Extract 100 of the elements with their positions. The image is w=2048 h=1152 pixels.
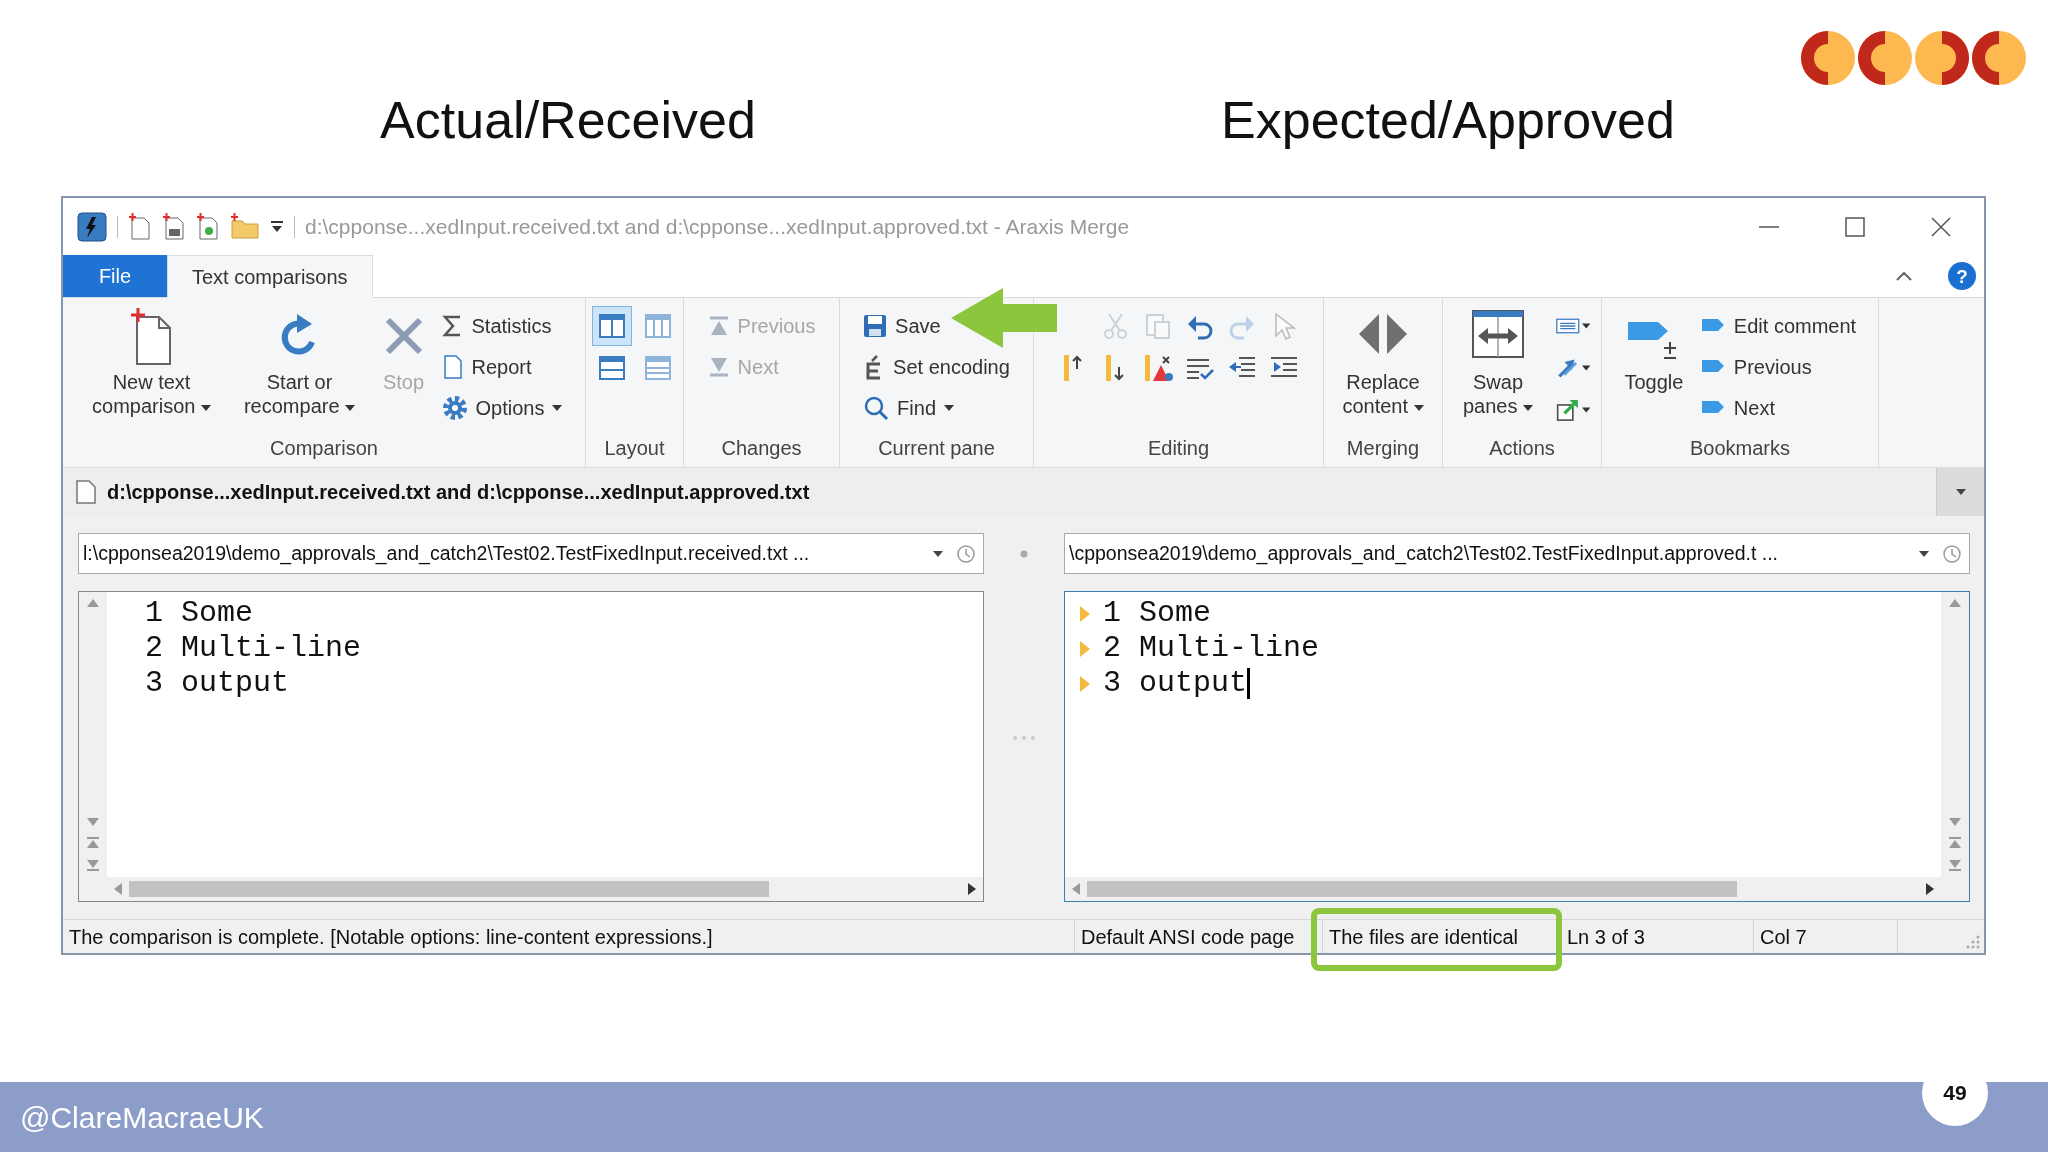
caret-icon — [1581, 407, 1590, 413]
scroll-left-icon — [1071, 882, 1081, 896]
ribbon-button[interactable]: Next — [1695, 388, 1779, 428]
maximize-icon — [1844, 215, 1866, 238]
group-label: Editing — [1147, 437, 1210, 459]
ribbon-button[interactable]: Find — [859, 388, 958, 428]
ribbon-button[interactable]: Statistics — [437, 306, 556, 346]
caret-icon — [944, 405, 954, 411]
status-text: Col 7 — [1760, 924, 1807, 950]
document-tab-title: d:\cpponse...xedInput.received.txt and d:\cpponse...xedInput.approved.txt — [107, 480, 810, 505]
scroll-right-icon — [1925, 882, 1935, 896]
caret-icon — [345, 404, 356, 411]
ribbon-button[interactable]: Toggle — [1619, 306, 1688, 396]
footer-handle: @ClareMacraeUK — [20, 1099, 264, 1136]
text-editor[interactable]: 1 Some 2 Multi-line 3 output — [78, 591, 984, 902]
scroll-up-icon — [1948, 598, 1962, 608]
code-line: 2 Multi-line — [1103, 631, 1320, 666]
warning-icon — [1142, 353, 1173, 383]
toolbar-button[interactable] — [591, 306, 632, 346]
group-label: Comparison — [270, 437, 378, 459]
down-arrow-icon — [707, 356, 730, 378]
group-label: Current pane — [878, 437, 995, 459]
clipboard-icon — [1143, 312, 1172, 340]
history-icon — [955, 542, 977, 565]
code-line: 1 Some — [145, 596, 254, 631]
link-dot-icon — [1020, 549, 1028, 558]
caret-icon — [1523, 404, 1534, 411]
ribbon-button[interactable]: Report — [437, 347, 536, 387]
ribbon-tab[interactable]: Text comparisons — [167, 255, 373, 298]
caret-icon — [1413, 404, 1424, 411]
search-icon — [863, 395, 890, 421]
group-label: Actions — [1489, 437, 1555, 459]
caret-icon — [1955, 489, 1966, 495]
caret-icon — [933, 550, 943, 557]
caret-icon — [1581, 323, 1590, 329]
app-icon — [77, 211, 107, 242]
group-label: Layout — [604, 437, 665, 459]
ribbon-button[interactable]: Save — [859, 306, 945, 346]
ribbon-button[interactable]: Options — [437, 388, 567, 428]
customize-caret-icon — [270, 219, 284, 234]
slide-heading: Actual/Received — [380, 91, 756, 149]
splitter-grip-icon — [1012, 735, 1036, 741]
code-line: 3 output — [145, 666, 290, 701]
scroll-down-icon — [86, 817, 100, 827]
group-label: Merging — [1346, 437, 1420, 459]
code-line: 2 Multi-line — [145, 631, 362, 666]
help-button[interactable]: ? — [1948, 262, 1976, 290]
first-line-icon — [86, 837, 100, 849]
gear-icon — [441, 395, 468, 421]
scroll-down-icon — [1948, 817, 1962, 827]
new-document-icon — [129, 308, 174, 366]
scissors-icon — [1101, 312, 1130, 340]
file-path-field[interactable]: \cpponsea2019\demo_approvals_and_catch2\Test02.TestFixedInput.approved.t ... — [1064, 533, 1970, 574]
scroll-thumb[interactable] — [1087, 881, 1737, 897]
scroll-up-icon — [86, 598, 100, 608]
caret-icon — [552, 405, 563, 411]
text-editor[interactable]: 1 Some 2 Multi-line 3 output — [1064, 591, 1970, 902]
caret-icon — [1581, 365, 1590, 371]
new-image-document-icon — [196, 212, 220, 241]
ribbon-button[interactable]: Set encoding — [859, 347, 1014, 387]
last-line-icon — [86, 859, 100, 871]
status-text: Ln 3 of 3 — [1567, 924, 1645, 950]
resize-grip-icon — [1966, 935, 1980, 949]
ribbon-button[interactable]: New text comparison — [81, 306, 222, 420]
file-path-field[interactable]: l:\cpponsea2019\demo_approvals_and_catch2\Test02.TestFixedInput.received.txt ... — [78, 533, 984, 574]
ribbon-button[interactable]: Edit comment — [1695, 306, 1861, 346]
code-line: 3 output — [1103, 666, 1248, 701]
two-pane-layout-icon — [597, 313, 626, 339]
group-label: Changes — [721, 437, 802, 459]
slide-heading: Expected/Approved — [1221, 91, 1675, 149]
minimize-icon — [1758, 225, 1780, 228]
ribbon-button[interactable]: Previous — [1695, 347, 1816, 387]
caret-icon — [201, 404, 211, 411]
history-icon — [1941, 542, 1963, 565]
up-arrow-icon — [707, 315, 730, 337]
stacked-pane-layout-icon — [597, 355, 626, 381]
status-text: The files are identical — [1329, 924, 1518, 950]
scroll-thumb[interactable] — [129, 881, 769, 897]
ribbon-button[interactable]: Swap panes — [1451, 306, 1545, 420]
first-line-icon — [1948, 837, 1962, 849]
caret-icon — [1919, 550, 1929, 557]
save-icon — [863, 314, 888, 338]
ribbon-button[interactable]: Start or recompare — [229, 306, 370, 420]
document-icon — [75, 479, 97, 505]
close-icon — [1930, 215, 1952, 238]
scroll-left-icon — [113, 882, 123, 896]
ribbon-tab[interactable]: File — [63, 255, 167, 297]
new-document-icon — [128, 212, 152, 241]
group-label: Bookmarks — [1690, 437, 1790, 459]
code-line: 1 Some — [1103, 596, 1212, 631]
three-pane-layout-icon — [643, 313, 672, 339]
window-title: d:\cpponse...xedInput.received.txt and d:\cpponse...xedInput.approved.txt - Araxis Merge — [305, 213, 1130, 240]
status-text: The comparison is complete. [Notable options: line-content expressions.] — [69, 924, 713, 950]
chevron-up-icon — [1895, 270, 1913, 282]
document-icon — [441, 354, 464, 380]
last-line-icon — [1948, 859, 1962, 871]
status-text: Default ANSI code page — [1081, 924, 1295, 950]
stacked-three-pane-layout-icon — [643, 355, 672, 381]
ribbon-button[interactable]: Replace content — [1332, 306, 1434, 420]
new-binary-document-icon — [162, 212, 186, 241]
